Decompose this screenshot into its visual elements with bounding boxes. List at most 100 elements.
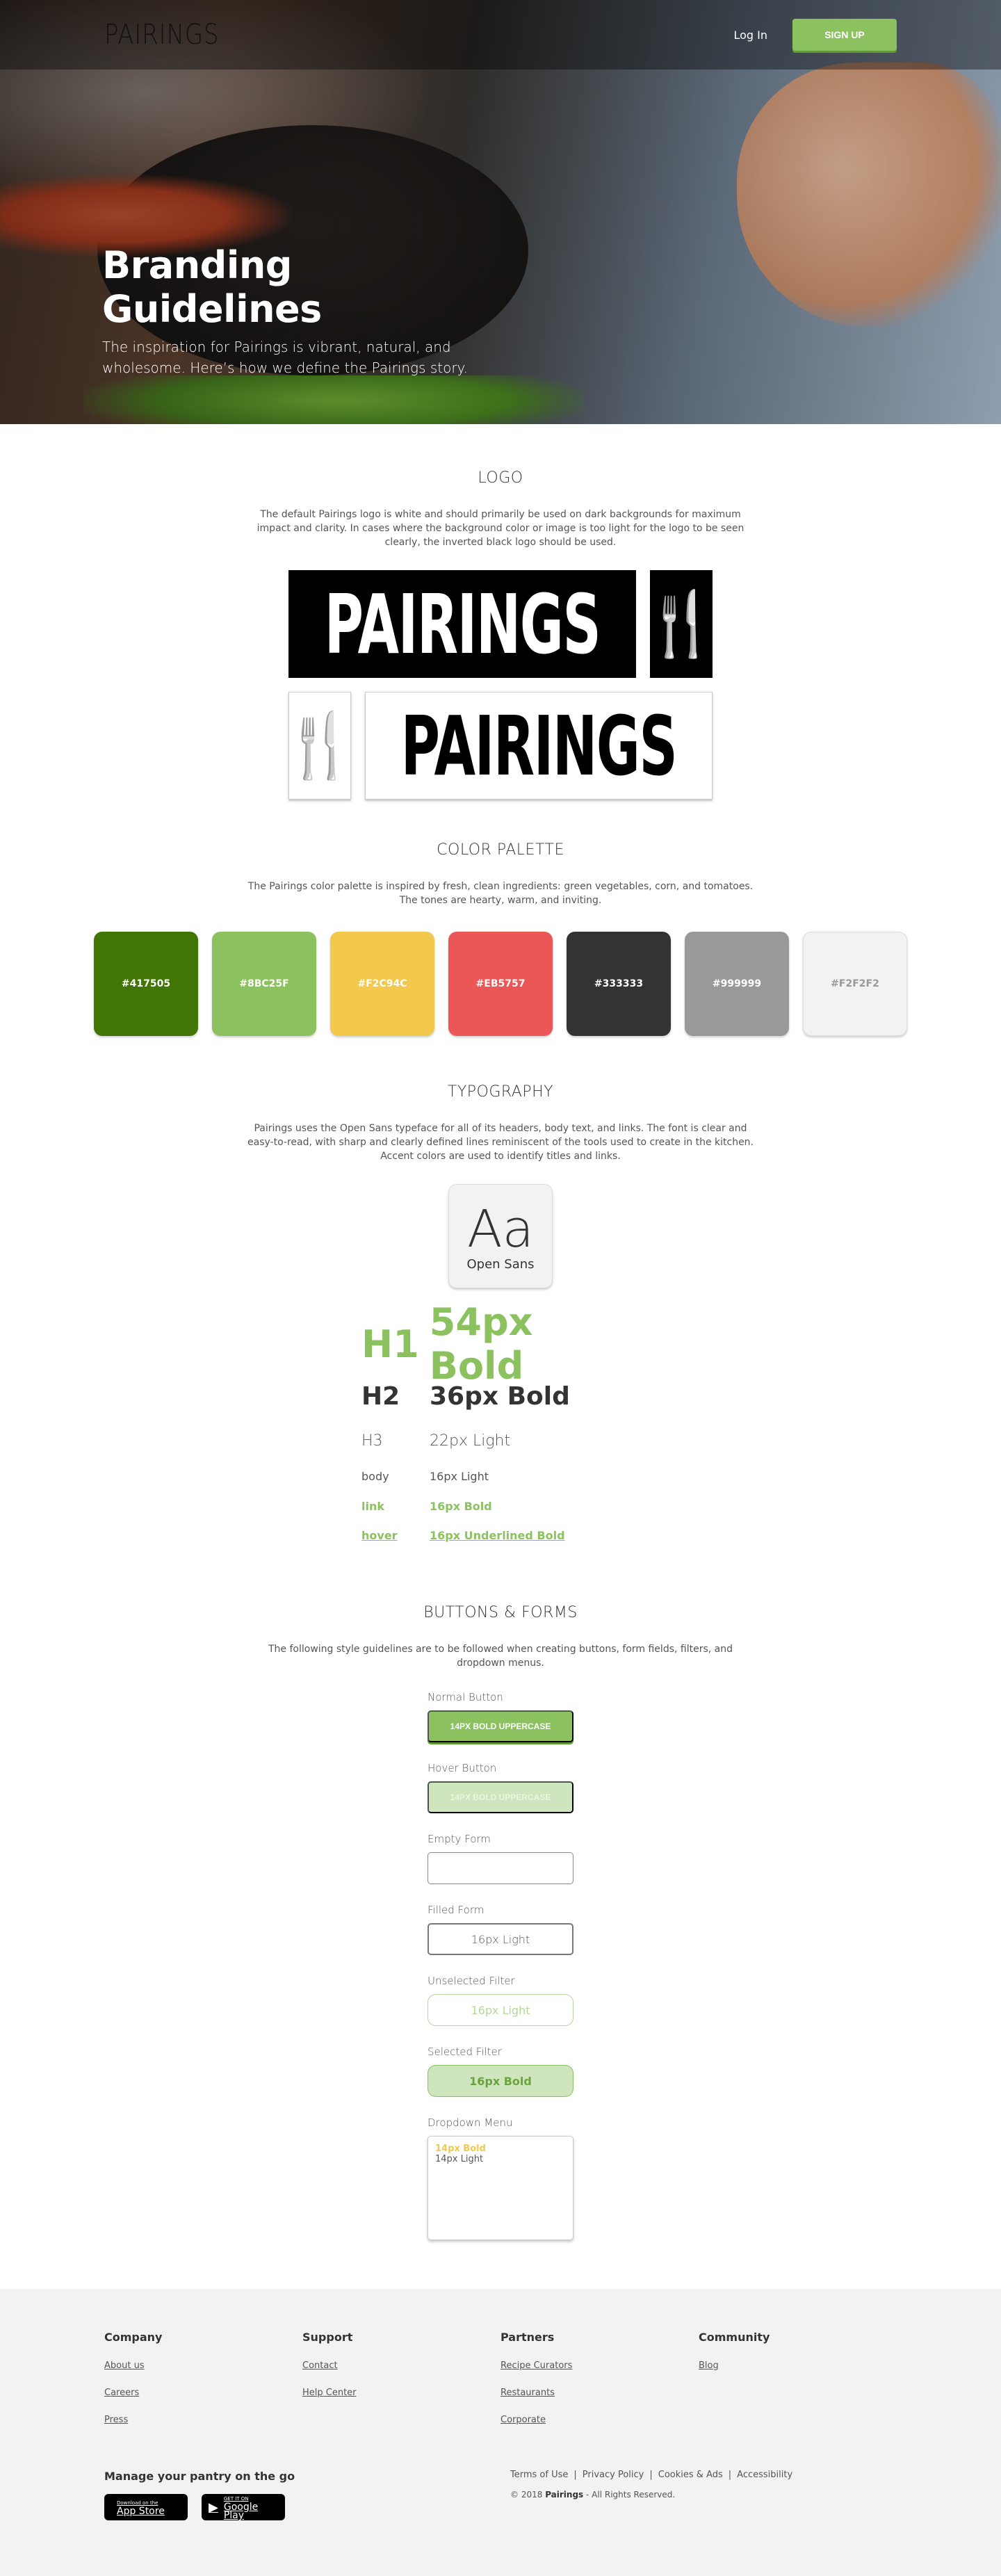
- selected-filter-label: Selected Filter: [428, 2046, 502, 2058]
- copyright-suffix: - All Rights Reserved.: [586, 2490, 676, 2500]
- footer-link-restaurants[interactable]: Restaurants: [500, 2388, 699, 2398]
- type-row-spec: 54px Bold: [429, 1300, 533, 1388]
- filled-form-label: Filled Form: [428, 1904, 485, 1916]
- selected-filter-example[interactable]: 16px Bold: [428, 2065, 573, 2097]
- footer-link-careers[interactable]: Careers: [104, 2388, 302, 2398]
- logo-section: LOGO The default Pairings logo is white …: [0, 424, 1001, 800]
- filled-form-field[interactable]: 16px Light: [428, 1923, 573, 1955]
- palette-section-title: COLOR PALETTE: [437, 841, 564, 859]
- color-swatch: #EB5757: [448, 932, 553, 1036]
- form-examples: Normal Button 14PX BOLD UPPERCASE Hover …: [428, 1691, 573, 2240]
- legal-separator: |: [649, 2470, 653, 2480]
- footer-columns: Company About us Careers Press Support C…: [104, 2331, 897, 2442]
- hover-button-example[interactable]: 14PX BOLD UPPERCASE: [428, 1781, 573, 1813]
- buttons-section-description: The following style guidelines are to be…: [268, 1644, 733, 1669]
- footer-link-help-center[interactable]: Help Center: [302, 2388, 500, 2398]
- color-swatch: #F2C94C: [330, 932, 434, 1036]
- type-row-name: H3: [361, 1432, 383, 1450]
- logo-wordmark-light-text: PAIRINGS: [400, 697, 678, 794]
- color-swatch: #8BC25F: [212, 932, 316, 1036]
- hover-button-label: Hover Button: [428, 1762, 497, 1774]
- terms-link[interactable]: Terms of Use: [510, 2470, 568, 2480]
- hero-subtitle: The inspiration for Pairings is vibrant,…: [102, 339, 468, 376]
- logo-section-description: The default Pairings logo is white and s…: [257, 509, 744, 548]
- footer-column-support: Support Contact Help Center: [302, 2331, 500, 2442]
- color-swatch: #333333: [567, 932, 671, 1036]
- app-promo-text: Manage your pantry on the go: [104, 2470, 295, 2483]
- typography-section-title: TYPOGRAPHY: [447, 1083, 554, 1101]
- app-store-big-text: App Store: [117, 2506, 165, 2517]
- privacy-link[interactable]: Privacy Policy: [583, 2470, 644, 2480]
- type-row-spec[interactable]: 16px Underlined Bold: [430, 1529, 565, 1542]
- type-row-body: body 16px Light: [361, 1461, 640, 1491]
- copyright-prefix: © 2018: [510, 2490, 543, 2500]
- type-row-link: link 16px Bold: [361, 1491, 640, 1521]
- cookies-link[interactable]: Cookies & Ads: [658, 2470, 723, 2480]
- top-navigation: PAIRINGS Log In SIGN UP: [0, 0, 1001, 70]
- signup-button[interactable]: SIGN UP: [792, 19, 897, 51]
- accessibility-link[interactable]: Accessibility: [737, 2470, 792, 2480]
- empty-form-field[interactable]: [428, 1852, 573, 1884]
- dropdown-menu-label: Dropdown Menu: [428, 2116, 513, 2129]
- type-row-h1: H1 54px Bold: [361, 1300, 640, 1388]
- footer-link-contact[interactable]: Contact: [302, 2360, 500, 2371]
- font-sample-name: Open Sans: [466, 1256, 535, 1272]
- palette-section-description: The Pairings color palette is inspired b…: [247, 881, 754, 906]
- logo-wordmark-dark-text: PAIRINGS: [324, 576, 601, 672]
- color-swatch: #F2F2F2: [803, 932, 907, 1036]
- footer-link-about[interactable]: About us: [104, 2360, 302, 2371]
- type-row-name: H1: [361, 1322, 419, 1366]
- dropdown-item-light[interactable]: 14px Light: [435, 2154, 566, 2164]
- unselected-filter-label: Unselected Filter: [428, 1975, 515, 1987]
- font-sample-glyphs: Aa: [467, 1199, 534, 1259]
- footer-column-heading: Support: [302, 2331, 353, 2344]
- color-swatch: #999999: [685, 932, 789, 1036]
- type-row-spec: 16px Light: [430, 1469, 489, 1483]
- type-row-name[interactable]: hover: [361, 1529, 430, 1542]
- type-row-spec[interactable]: 16px Bold: [430, 1500, 492, 1513]
- type-row-h3: H3 22px Light: [361, 1420, 640, 1461]
- type-row-hover: hover 16px Underlined Bold: [361, 1521, 640, 1550]
- color-swatch: #417505: [94, 932, 198, 1036]
- legal-links: Terms of Use | Privacy Policy | Cookies …: [510, 2470, 792, 2480]
- footer-link-corporate[interactable]: Corporate: [500, 2415, 699, 2425]
- type-row-spec: 22px Light: [430, 1432, 511, 1450]
- color-palette-section: COLOR PALETTE The Pairings color palette…: [0, 800, 1001, 1036]
- normal-button-example[interactable]: 14PX BOLD UPPERCASE: [428, 1710, 573, 1742]
- login-link[interactable]: Log In: [733, 29, 767, 42]
- dropdown-item-bold[interactable]: 14px Bold: [435, 2144, 566, 2154]
- typography-section: TYPOGRAPHY Pairings uses the Open Sans t…: [0, 1036, 1001, 1550]
- legal-separator: |: [728, 2470, 732, 2480]
- footer-link-press[interactable]: Press: [104, 2415, 302, 2425]
- footer-link-recipe-curators[interactable]: Recipe Curators: [500, 2360, 699, 2371]
- type-scale: H1 54px Bold H2 36px Bold H3 22px Light …: [361, 1300, 640, 1550]
- empty-form-label: Empty Form: [428, 1833, 491, 1845]
- app-store-badge-text: Download on the App Store: [117, 2499, 165, 2516]
- legal-separator: |: [573, 2470, 577, 2480]
- type-row-name[interactable]: link: [361, 1500, 430, 1513]
- footer-column-partners: Partners Recipe Curators Restaurants Cor…: [500, 2331, 699, 2442]
- footer-link-blog[interactable]: Blog: [699, 2360, 897, 2371]
- logo-row-dark: PAIRINGS 🍴: [288, 570, 720, 678]
- hero-title: Branding Guidelines: [102, 243, 322, 331]
- google-play-badge[interactable]: ▶ GET IT ON Google Play: [202, 2494, 285, 2520]
- buttons-section-title: BUTTONS & FORMS: [423, 1604, 578, 1621]
- type-row-name: body: [361, 1469, 389, 1483]
- footer-bottom: Manage your pantry on the go Download on…: [104, 2470, 897, 2520]
- unselected-filter-example[interactable]: 16px Light: [428, 1994, 573, 2026]
- dropdown-menu-example[interactable]: 14px Bold 14px Light: [428, 2136, 573, 2240]
- site-footer: Company About us Careers Press Support C…: [0, 2289, 1001, 2576]
- brand-logo[interactable]: PAIRINGS: [104, 19, 219, 51]
- logo-section-title: LOGO: [478, 469, 523, 487]
- footer-column-heading: Partners: [500, 2331, 555, 2344]
- logo-wordmark-light: PAIRINGS: [365, 692, 713, 800]
- google-play-big-text: Google Play: [223, 2502, 259, 2521]
- footer-column-heading: Community: [699, 2331, 770, 2344]
- typography-section-description: Pairings uses the Open Sans typeface for…: [247, 1123, 754, 1162]
- logo-variants: PAIRINGS 🍴 🍴 PAIRINGS: [281, 570, 720, 800]
- copyright: © 2018 Pairings - All Rights Reserved.: [510, 2490, 792, 2500]
- app-store-badge[interactable]: Download on the App Store: [104, 2494, 188, 2520]
- footer-column-company: Company About us Careers Press: [104, 2331, 302, 2442]
- logo-row-light: 🍴 PAIRINGS: [281, 692, 713, 800]
- hero-banner: PAIRINGS Log In SIGN UP Branding Guideli…: [0, 0, 1001, 424]
